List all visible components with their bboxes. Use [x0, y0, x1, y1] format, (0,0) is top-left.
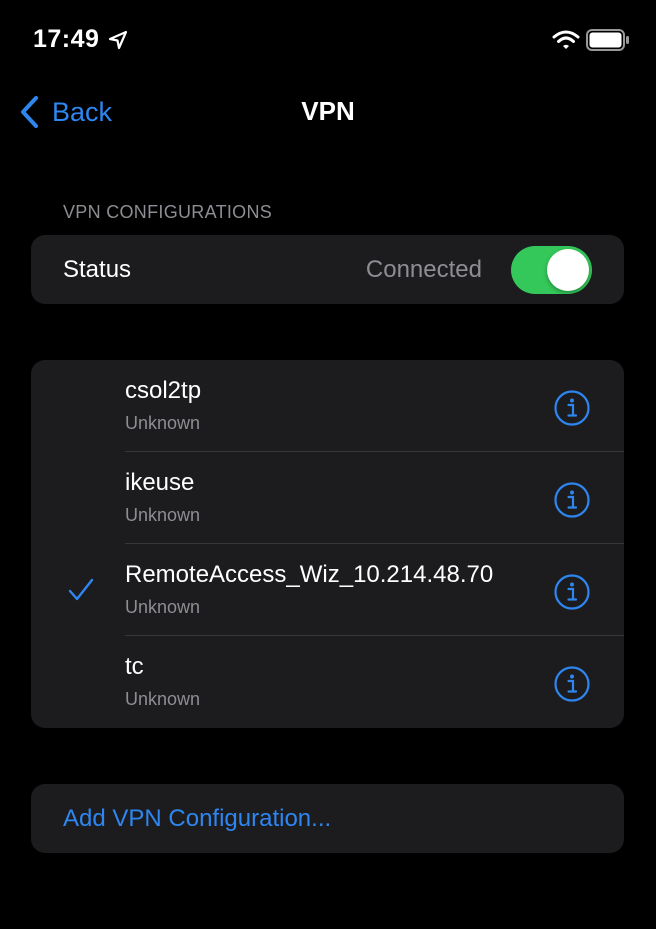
- config-status: Unknown: [125, 505, 201, 525]
- status-row: Status Connected: [31, 235, 624, 304]
- battery-icon: [586, 29, 629, 51]
- info-icon[interactable]: [553, 573, 591, 611]
- section-header: VPN CONFIGURATIONS: [63, 202, 273, 222]
- wifi-icon: [552, 30, 580, 49]
- checkmark-icon: [68, 578, 94, 601]
- config-name: RemoteAccess_Wiz_10.214.48.70: [125, 561, 494, 588]
- page-title: VPN: [301, 96, 355, 126]
- navigation-bar: Back VPN: [0, 80, 656, 144]
- vpn-config-row-selected[interactable]: RemoteAccess_Wiz_10.214.48.70 Unknown: [31, 544, 624, 636]
- info-icon[interactable]: [553, 481, 591, 519]
- status-time: 17:49: [33, 25, 100, 53]
- vpn-status-toggle[interactable]: [511, 246, 592, 294]
- vpn-config-row[interactable]: ikeuse Unknown: [31, 452, 624, 544]
- status-bar: 17:49: [0, 0, 656, 80]
- vpn-configurations-list: csol2tp Unknown ikeuse Unknown RemoteAcc…: [31, 360, 624, 728]
- info-icon[interactable]: [553, 665, 591, 703]
- config-status: Unknown: [125, 597, 201, 617]
- add-vpn-configuration-button[interactable]: Add VPN Configuration...: [31, 784, 624, 853]
- vpn-config-row[interactable]: csol2tp Unknown: [31, 360, 624, 452]
- config-status: Unknown: [125, 689, 201, 709]
- status-value: Connected: [365, 256, 482, 283]
- config-name: tc: [125, 653, 144, 680]
- config-status: Unknown: [125, 413, 201, 433]
- toggle-knob: [547, 249, 589, 291]
- info-icon[interactable]: [553, 389, 591, 427]
- config-name: ikeuse: [125, 469, 195, 496]
- status-label: Status: [63, 256, 132, 283]
- config-name: csol2tp: [125, 377, 202, 404]
- location-arrow-icon: [108, 30, 128, 50]
- vpn-config-row[interactable]: tc Unknown: [31, 636, 624, 728]
- add-vpn-configuration-label: Add VPN Configuration...: [63, 805, 332, 832]
